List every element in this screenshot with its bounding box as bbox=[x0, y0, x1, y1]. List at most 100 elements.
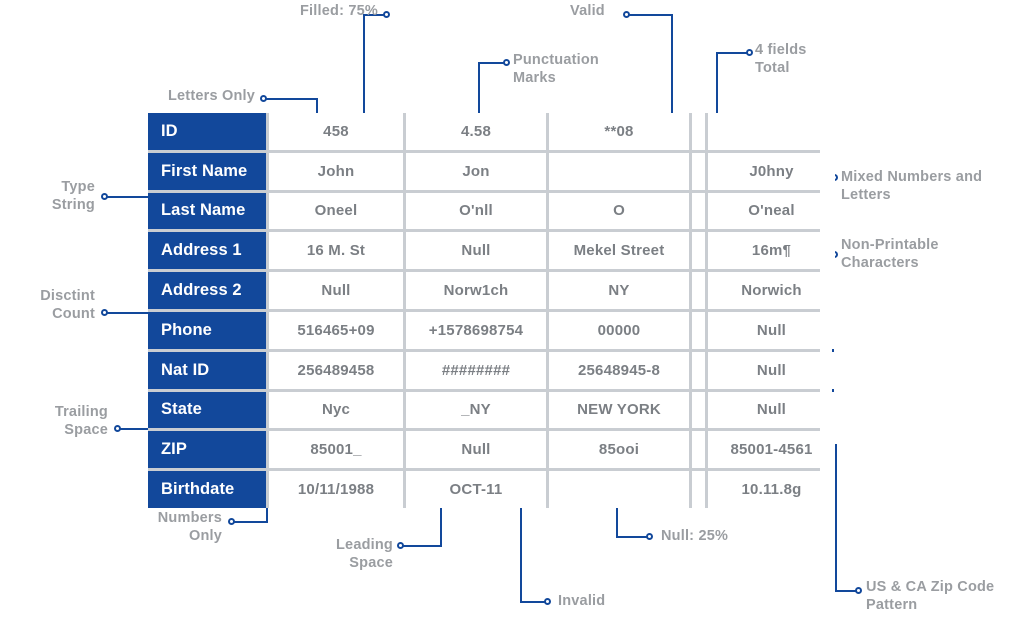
connector-valid-h bbox=[626, 14, 673, 16]
cell-address-1-c4 bbox=[692, 232, 705, 270]
row-header-last-name: Last Name bbox=[148, 192, 266, 230]
cell-address-1-c5: 16m¶ bbox=[708, 232, 835, 270]
cell-last-name-c3: O bbox=[549, 192, 689, 230]
cell-id-c1: 458 bbox=[269, 113, 403, 150]
connector-dot-null25 bbox=[646, 533, 653, 540]
cell-state-c5: Null bbox=[708, 391, 835, 429]
cell-address-2-c5: Norwich bbox=[708, 272, 835, 309]
row-header-id: ID bbox=[148, 113, 266, 150]
cell-id-c5 bbox=[708, 113, 835, 150]
cell-last-name-c4 bbox=[692, 192, 705, 230]
connector-dot-numbers-only bbox=[228, 518, 235, 525]
annotation-type-string: Type String bbox=[51, 179, 95, 213]
cell-zip-c1: 85001_ bbox=[269, 431, 403, 469]
connector-fields-total-h bbox=[716, 52, 749, 54]
data-profiling-table: ID 458 4.58 **08 First Name John Jon J0h… bbox=[148, 113, 835, 508]
annotation-non-printable-characters: Non-Printable Characters bbox=[841, 237, 939, 271]
cell-zip-c3: 85ooi bbox=[549, 431, 689, 469]
cell-birthdate-c3 bbox=[549, 471, 689, 508]
cell-zip-c2: Null bbox=[406, 431, 546, 469]
connector-zip-v bbox=[835, 444, 837, 592]
cell-address-2-c2: Norw1ch bbox=[406, 272, 546, 309]
connector-invalid-h bbox=[520, 601, 547, 603]
cell-id-c4 bbox=[692, 113, 705, 150]
connector-dot-trailing-space bbox=[114, 425, 121, 432]
connector-leading-space-h bbox=[400, 545, 442, 547]
cell-address-1-c1: 16 M. St bbox=[269, 232, 403, 270]
annotation-letters-only: Letters Only bbox=[167, 88, 255, 104]
cell-first-name-c2: Jon bbox=[406, 152, 546, 190]
annotation-invalid: Invalid bbox=[558, 593, 606, 609]
row-header-nat-id: Nat ID bbox=[148, 351, 266, 389]
cell-address-2-c3: NY bbox=[549, 272, 689, 309]
cell-birthdate-c1: 10/11/1988 bbox=[269, 471, 403, 508]
cell-nat-id-c1: 256489458 bbox=[269, 351, 403, 389]
cell-first-name-c3 bbox=[549, 152, 689, 190]
annotation-zip-code-pattern: US & CA Zip Code Pattern bbox=[866, 579, 995, 613]
connector-dot-invalid bbox=[544, 598, 551, 605]
cell-phone-c1: 516465+09 bbox=[269, 311, 403, 349]
cell-state-c3: NEW YORK bbox=[549, 391, 689, 429]
row-header-address-1: Address 1 bbox=[148, 232, 266, 270]
connector-disctint-h bbox=[104, 312, 150, 314]
cell-phone-c4 bbox=[692, 311, 705, 349]
cell-first-name-c5: J0hny bbox=[708, 152, 835, 190]
row-header-birthdate: Birthdate bbox=[148, 471, 266, 508]
annotation-disctint-count: Disctint Count bbox=[40, 288, 95, 322]
cell-last-name-c2: O'nll bbox=[406, 192, 546, 230]
connector-dot-leading-space bbox=[397, 542, 404, 549]
cell-birthdate-c5: 10.11.8g bbox=[708, 471, 835, 508]
cell-phone-c3: 00000 bbox=[549, 311, 689, 349]
cell-id-c3: **08 bbox=[549, 113, 689, 150]
connector-dot-punctuation bbox=[503, 59, 510, 66]
cell-address-2-c4 bbox=[692, 272, 705, 309]
connector-dot-disctint bbox=[101, 309, 108, 316]
row-header-phone: Phone bbox=[148, 311, 266, 349]
cell-address-1-c2: Null bbox=[406, 232, 546, 270]
cell-phone-c5: Null bbox=[708, 311, 835, 349]
connector-numbers-only-h bbox=[231, 521, 268, 523]
cell-first-name-c1: John bbox=[269, 152, 403, 190]
annotation-null-percent: Null: 25% bbox=[661, 528, 729, 544]
cell-birthdate-c4 bbox=[692, 471, 705, 508]
cell-state-c2: _NY bbox=[406, 391, 546, 429]
annotation-trailing-space: Trailing Space bbox=[54, 404, 108, 438]
cell-last-name-c1: Oneel bbox=[269, 192, 403, 230]
cell-nat-id-c5: Null bbox=[708, 351, 835, 389]
connector-type-string-h bbox=[104, 196, 150, 198]
cell-nat-id-c2: ######## bbox=[406, 351, 546, 389]
cell-nat-id-c4 bbox=[692, 351, 705, 389]
cell-state-c4 bbox=[692, 391, 705, 429]
cell-address-1-c3: Mekel Street bbox=[549, 232, 689, 270]
cell-state-c1: Nyc bbox=[269, 391, 403, 429]
annotation-numbers-only: Numbers Only bbox=[157, 510, 222, 544]
connector-dot-fields-total bbox=[746, 49, 753, 56]
row-header-zip: ZIP bbox=[148, 431, 266, 469]
annotation-filled-percent: Filled: 75% bbox=[300, 3, 378, 19]
infographic-canvas: Filled: 75% Valid 4 fields Total Punctua… bbox=[0, 0, 1024, 628]
cell-first-name-c4 bbox=[692, 152, 705, 190]
row-header-first-name: First Name bbox=[148, 152, 266, 190]
connector-trailing-space-h bbox=[117, 428, 150, 430]
annotation-mixed-numbers-and-letters: Mixed Numbers and Letters bbox=[841, 169, 983, 203]
annotation-leading-space: Leading Space bbox=[336, 537, 393, 571]
row-header-state: State bbox=[148, 391, 266, 429]
cell-zip-c4 bbox=[692, 431, 705, 469]
annotation-punctuation-marks: Punctuation Marks bbox=[513, 52, 599, 86]
connector-letters-only-h bbox=[263, 98, 318, 100]
connector-dot-type-string bbox=[101, 193, 108, 200]
annotation-fields-total: 4 fields Total bbox=[755, 42, 807, 76]
annotation-valid: Valid bbox=[570, 3, 605, 19]
connector-dot-letters-only bbox=[260, 95, 267, 102]
cell-id-c2: 4.58 bbox=[406, 113, 546, 150]
cell-address-2-c1: Null bbox=[269, 272, 403, 309]
connector-numbers-only-v bbox=[266, 508, 268, 522]
cell-birthdate-c2: OCT-11 bbox=[406, 471, 546, 508]
cell-last-name-c5: O'neal bbox=[708, 192, 835, 230]
cell-zip-c5: 85001-4561 bbox=[708, 431, 835, 469]
connector-punctuation-h bbox=[478, 62, 506, 64]
connector-dot-zip-pattern bbox=[855, 587, 862, 594]
connector-null25-h bbox=[616, 536, 649, 538]
cell-nat-id-c3: 25648945-8 bbox=[549, 351, 689, 389]
row-header-address-2: Address 2 bbox=[148, 272, 266, 309]
